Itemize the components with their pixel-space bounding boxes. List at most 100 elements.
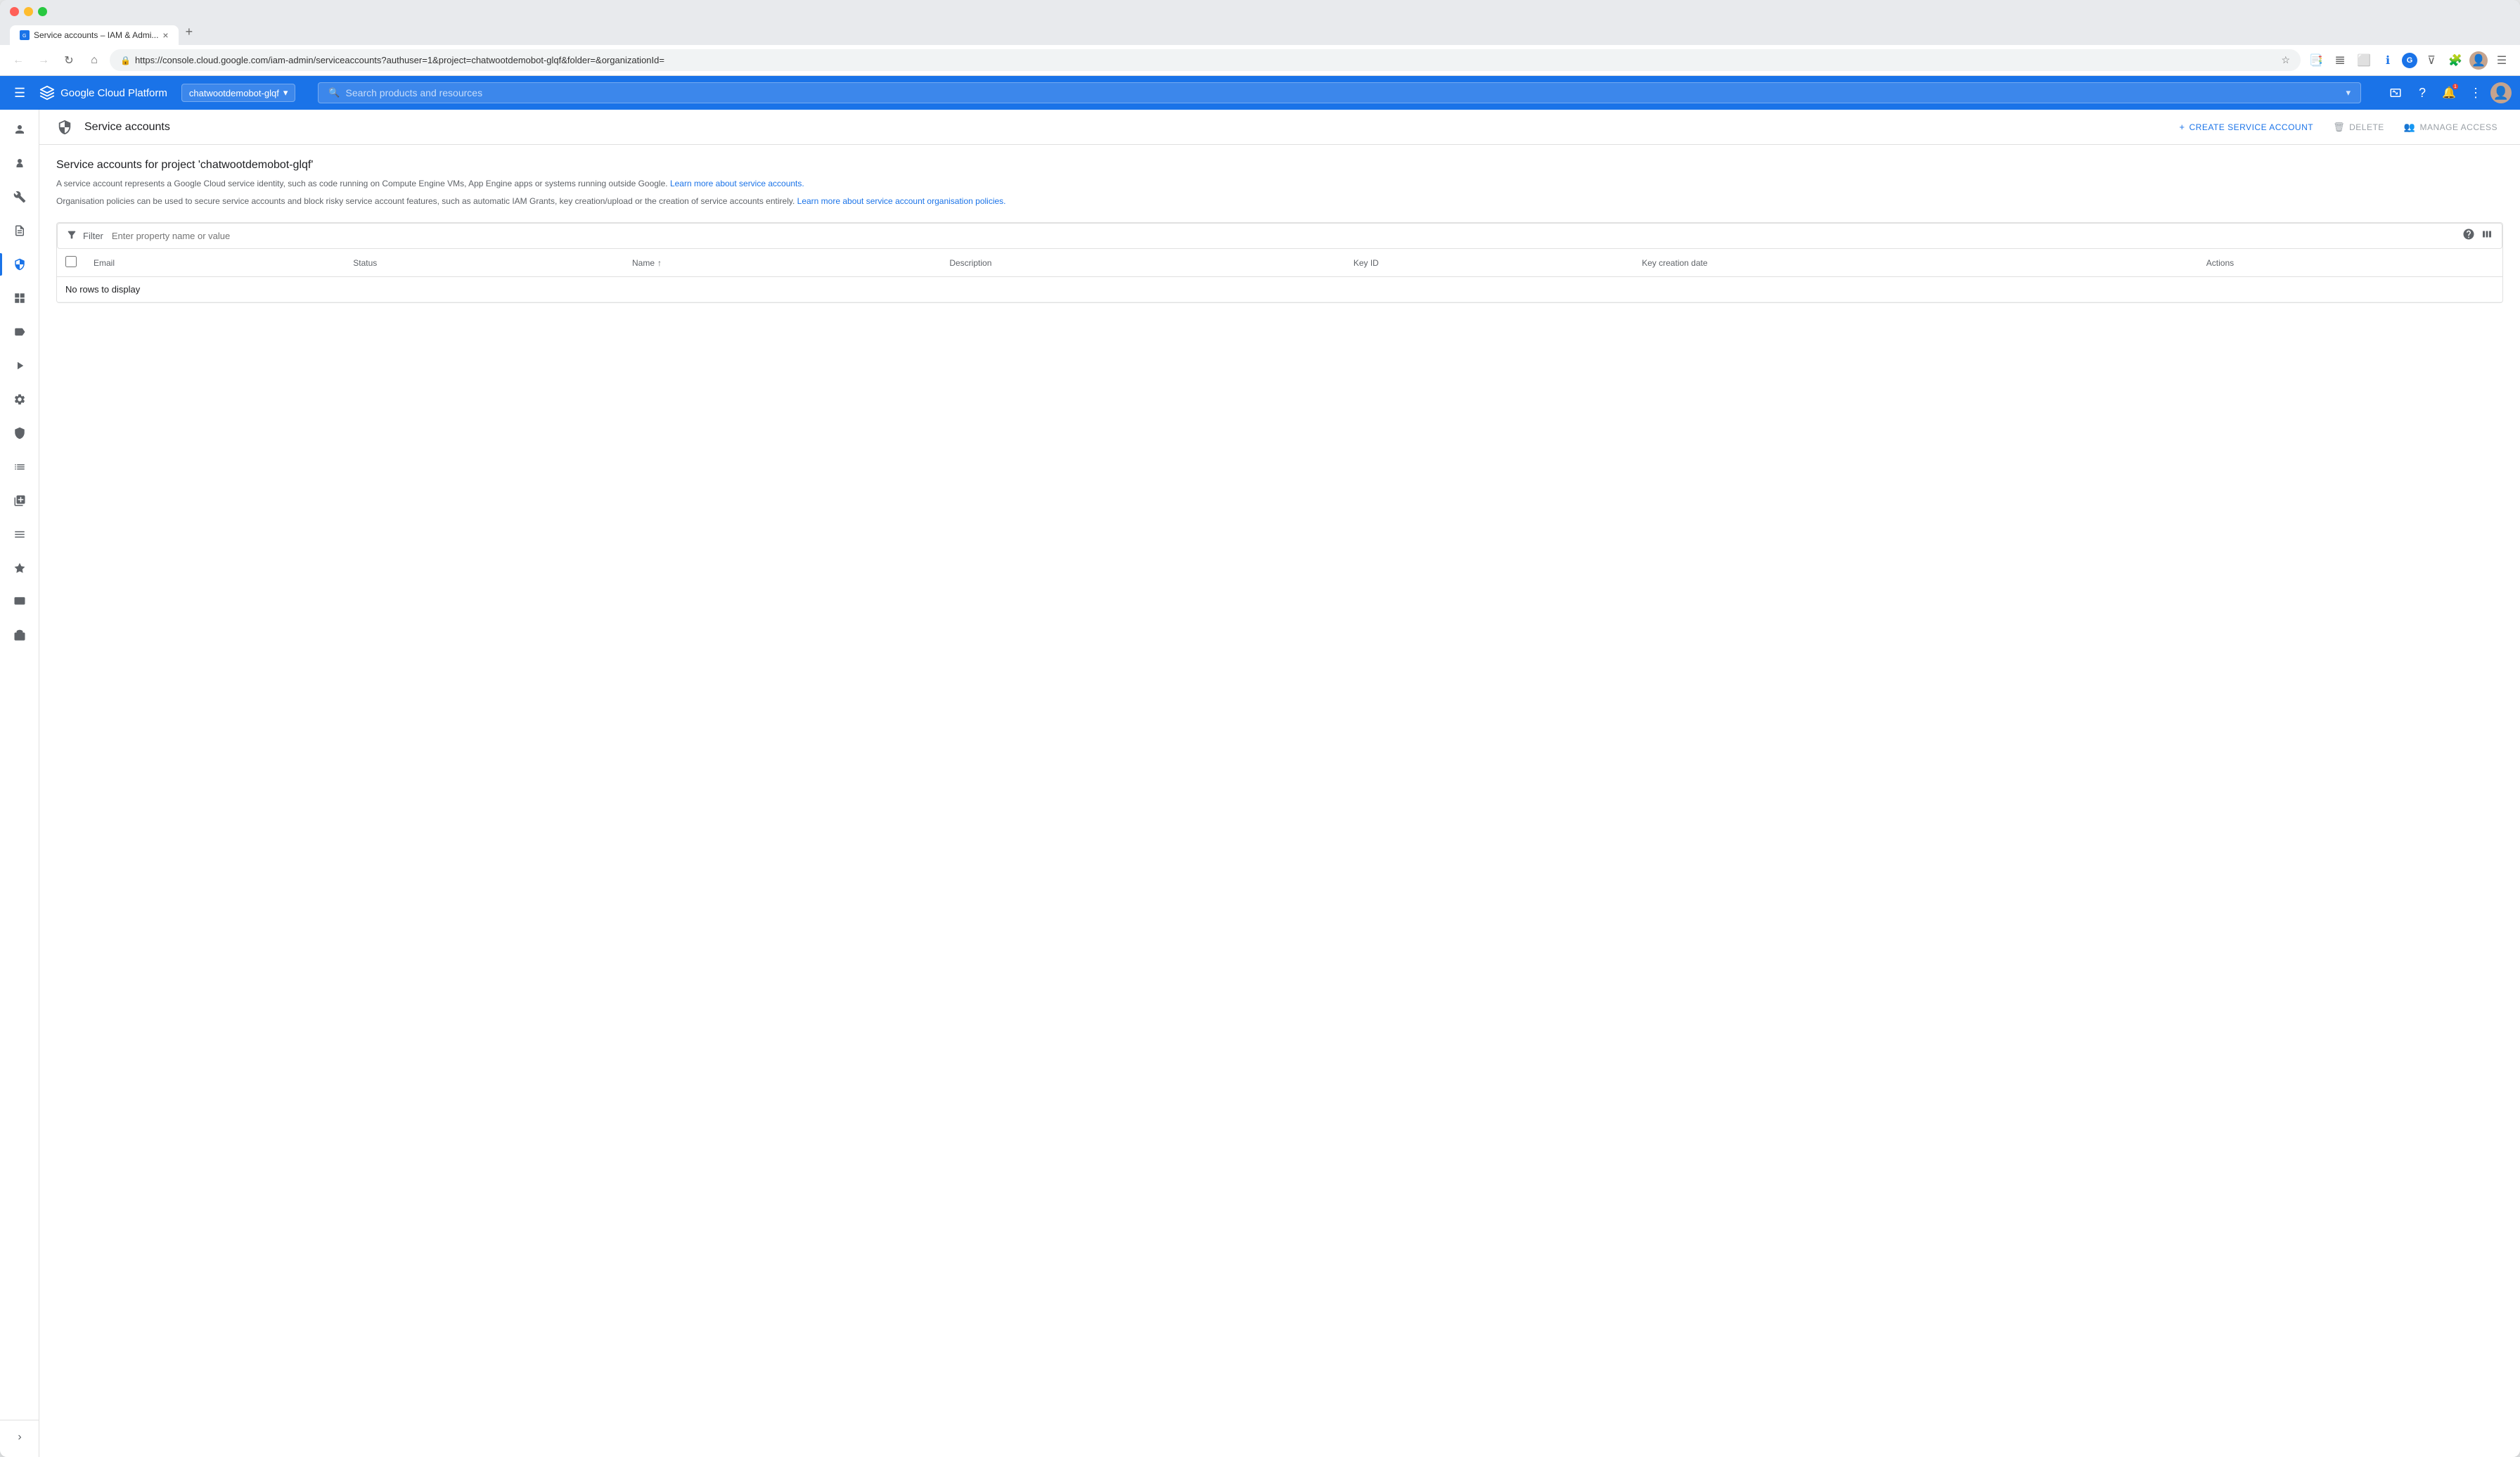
home-button[interactable]: ⌂ <box>84 51 104 70</box>
sidebar-item-org-policies[interactable] <box>0 416 39 450</box>
select-all-header[interactable] <box>57 249 85 277</box>
page-title: Service accounts <box>84 121 2171 134</box>
project-selector[interactable]: chatwootdemobot-glqf ▾ <box>181 84 295 102</box>
tab-label: Service accounts – IAM & Admi... <box>34 30 158 40</box>
pipeline-icon <box>13 359 26 372</box>
header-actions: + CREATE SERVICE ACCOUNT 🗑 DELETE 👥 MANA… <box>2171 117 2506 137</box>
tools-icon <box>13 191 26 203</box>
filter-right-icons <box>2462 228 2493 244</box>
page-header: Service accounts + CREATE SERVICE ACCOUN… <box>39 110 2520 145</box>
actions-column-header: Actions <box>2198 249 2502 277</box>
sidebar-item-labels[interactable] <box>0 315 39 349</box>
service-accounts-table: Email Status Name ↑ <box>57 249 2502 302</box>
sidebar-item-identity[interactable] <box>0 146 39 180</box>
sidebar-item-iam[interactable] <box>0 113 39 146</box>
more-options-button[interactable]: ⋮ <box>2464 81 2488 105</box>
email-column-header[interactable]: Email <box>85 249 345 277</box>
close-button[interactable] <box>10 7 19 16</box>
delete-button[interactable]: 🗑 DELETE <box>2325 117 2393 137</box>
sidebar-item-audit[interactable] <box>0 214 39 248</box>
pocket-icon[interactable]: 📑 <box>2306 51 2326 70</box>
gcp-logo-text: Google Cloud Platform <box>60 87 167 99</box>
sidebar-expand-button[interactable]: › <box>0 1420 39 1454</box>
sidebar-item-service-accounts[interactable] <box>0 248 39 281</box>
pip-icon[interactable]: ⬜ <box>2354 51 2374 70</box>
filter-label: Filter <box>83 231 103 241</box>
select-all-checkbox[interactable] <box>65 256 77 267</box>
sidebar-item-settings[interactable] <box>0 383 39 416</box>
cloud-shell-button[interactable] <box>2384 81 2408 105</box>
search-input[interactable] <box>346 87 2341 98</box>
status-column-header[interactable]: Status <box>345 249 624 277</box>
topnav-right-icons: ? 🔔 1 ⋮ 👤 <box>2384 81 2512 105</box>
columns-button[interactable] <box>2481 228 2493 244</box>
filter-icon <box>66 229 77 243</box>
more-vert-icon: ⋮ <box>2469 86 2482 101</box>
manage-label: MANAGE ACCESS <box>2419 122 2498 132</box>
url-text: https://console.cloud.google.com/iam-adm… <box>135 55 2277 65</box>
sidebar-item-certificate[interactable] <box>0 551 39 585</box>
tab-favicon: G <box>20 30 30 40</box>
notifications-button[interactable]: 🔔 1 <box>2437 81 2461 105</box>
filter-icon[interactable]: ⊽ <box>2422 51 2441 70</box>
delete-label: DELETE <box>2349 122 2384 132</box>
sidebar-item-pipeline[interactable] <box>0 349 39 383</box>
back-button[interactable]: ← <box>8 51 28 70</box>
forward-button[interactable]: → <box>34 51 53 70</box>
help-icon: ? <box>2419 86 2426 101</box>
certificate-icon <box>13 562 26 575</box>
filter-help-icon[interactable] <box>2462 228 2475 244</box>
key-creation-date-column-header[interactable]: Key creation date <box>1633 249 2198 277</box>
sidebar-item-assets[interactable] <box>0 484 39 518</box>
url-bar[interactable]: 🔒 https://console.cloud.google.com/iam-a… <box>110 49 2301 71</box>
iam-icon <box>13 123 26 136</box>
quotas-icon <box>13 461 26 473</box>
topnav-profile-avatar[interactable]: 👤 <box>2490 82 2512 103</box>
menu-button[interactable]: ☰ <box>2492 51 2512 70</box>
bookmark-icon: ☆ <box>2281 54 2290 66</box>
gcp-main: › Service accounts + CREATE SERVICE ACCO… <box>0 110 2520 1457</box>
no-rows-message: No rows to display <box>57 277 2502 302</box>
minimize-button[interactable] <box>24 7 33 16</box>
section-description-1: A service account represents a Google Cl… <box>56 177 2503 191</box>
create-service-account-button[interactable]: + CREATE SERVICE ACCOUNT <box>2171 117 2322 136</box>
table-header-row: Email Status Name ↑ <box>57 249 2502 277</box>
reader-icon[interactable]: 𝌆 <box>2330 51 2350 70</box>
sidebar-item-service-config[interactable] <box>0 518 39 551</box>
sidebar-item-tools[interactable] <box>0 180 39 214</box>
sidebar-item-quotas[interactable] <box>0 450 39 484</box>
sidebar-item-resource-manager[interactable] <box>0 619 39 653</box>
project-name: chatwootdemobot-glqf <box>189 88 279 98</box>
browser-tab[interactable]: G Service accounts – IAM & Admi... × <box>10 25 179 45</box>
assets-icon <box>13 494 26 507</box>
help-button[interactable]: ? <box>2410 81 2434 105</box>
content-body: Service accounts for project 'chatwootde… <box>39 145 2520 317</box>
search-bar[interactable]: 🔍 ▾ <box>318 82 2361 103</box>
name-column-header[interactable]: Name ↑ <box>624 249 941 277</box>
extensions-icon[interactable]: 🧩 <box>2445 51 2465 70</box>
service-accounts-icon <box>13 258 26 271</box>
firefox-sync-icon[interactable]: ℹ <box>2378 51 2398 70</box>
sidebar-item-workload[interactable] <box>0 281 39 315</box>
refresh-button[interactable]: ↻ <box>59 51 79 70</box>
learn-more-service-accounts-link[interactable]: Learn more about service accounts. <box>670 179 804 188</box>
gcp-sidebar: › <box>0 110 39 1457</box>
extension-icon-green[interactable]: G <box>2402 53 2417 68</box>
nav-right-icons: 📑 𝌆 ⬜ ℹ G ⊽ 🧩 👤 ☰ <box>2306 51 2512 70</box>
gcp-logo[interactable]: Google Cloud Platform <box>39 85 167 101</box>
description-column-header[interactable]: Description <box>941 249 1344 277</box>
maximize-button[interactable] <box>38 7 47 16</box>
section-desc-text: A service account represents a Google Cl… <box>56 179 668 188</box>
new-tab-button[interactable]: + <box>180 22 199 42</box>
manage-access-button[interactable]: 👥 MANAGE ACCESS <box>2396 117 2506 137</box>
profile-avatar[interactable]: 👤 <box>2469 51 2488 70</box>
cloud-shell-icon <box>2389 86 2402 99</box>
tab-close-button[interactable]: × <box>162 30 168 40</box>
create-icon: + <box>2179 122 2185 132</box>
learn-more-org-policies-link[interactable]: Learn more about service account organis… <box>797 196 1006 206</box>
sidebar-item-consent[interactable] <box>0 585 39 619</box>
settings-icon <box>13 393 26 406</box>
filter-input[interactable] <box>112 231 2462 241</box>
hamburger-menu-button[interactable]: ☰ <box>8 80 31 106</box>
keyid-column-header[interactable]: Key ID <box>1345 249 1633 277</box>
